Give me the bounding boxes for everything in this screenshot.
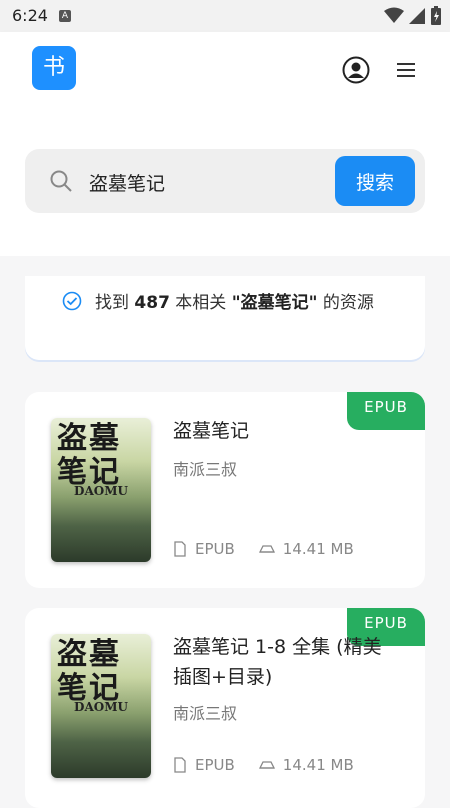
check-circle-icon (62, 291, 82, 311)
app-header: 书 (0, 32, 450, 106)
storage-icon (258, 545, 275, 553)
file-icon (174, 541, 186, 557)
cover-brand: DAOMU (74, 700, 128, 714)
search-icon (50, 170, 72, 192)
search-section: 搜索 (0, 106, 450, 256)
search-button[interactable]: 搜索 (335, 156, 415, 206)
notification-a-icon: A (59, 10, 71, 22)
status-time: 6:24 (12, 6, 48, 25)
hamburger-menu-icon[interactable] (396, 60, 416, 80)
cover-brand: DAOMU (74, 484, 128, 498)
book-card[interactable]: EPUB 盗墓笔记 DAOMU 盗墓笔记 1-8 全集 (精美插图+目录) 南派… (25, 608, 425, 808)
status-bar: 6:24 A (0, 0, 450, 32)
file-icon (174, 757, 186, 773)
battery-icon (431, 6, 441, 25)
result-summary: 找到 487 本相关 "盗墓笔记" 的资源 (25, 276, 425, 360)
book-format: EPUB (195, 756, 235, 774)
result-suffix: 的资源 (317, 293, 374, 313)
cell-signal-icon (409, 8, 425, 24)
app-logo[interactable]: 书 (32, 46, 76, 90)
book-cover-image[interactable]: 盗墓笔记 DAOMU (51, 634, 151, 778)
book-card[interactable]: EPUB 盗墓笔记 DAOMU 盗墓笔记 南派三叔 EPUB 14.41 MB (25, 392, 425, 588)
book-size: 14.41 MB (282, 540, 354, 558)
book-title[interactable]: 盗墓笔记 (173, 416, 398, 446)
book-meta: EPUB 14.41 MB (173, 756, 370, 774)
book-cover-image[interactable]: 盗墓笔记 DAOMU (51, 418, 151, 562)
book-author: 南派三叔 (173, 704, 238, 723)
storage-icon (258, 761, 275, 769)
cover-title: 盗墓笔记 (57, 421, 121, 490)
wifi-icon (384, 7, 404, 23)
result-query: "盗墓笔记" (231, 293, 318, 313)
search-bar: 搜索 (25, 149, 425, 213)
cover-title: 盗墓笔记 (57, 637, 121, 706)
search-input[interactable] (87, 161, 351, 203)
result-count: 487 (134, 293, 170, 313)
status-icons (384, 6, 442, 26)
book-size: 14.41 MB (282, 756, 354, 774)
result-prefix: 找到 (95, 293, 135, 313)
book-author: 南派三叔 (173, 460, 238, 479)
book-format: EPUB (195, 540, 235, 558)
user-account-icon[interactable] (342, 56, 370, 84)
result-text: 找到 487 本相关 "盗墓笔记" 的资源 (95, 288, 395, 318)
result-middle: 本相关 (169, 293, 232, 313)
book-meta: EPUB 14.41 MB (173, 540, 370, 558)
book-title[interactable]: 盗墓笔记 1-8 全集 (精美插图+目录) (173, 632, 398, 692)
